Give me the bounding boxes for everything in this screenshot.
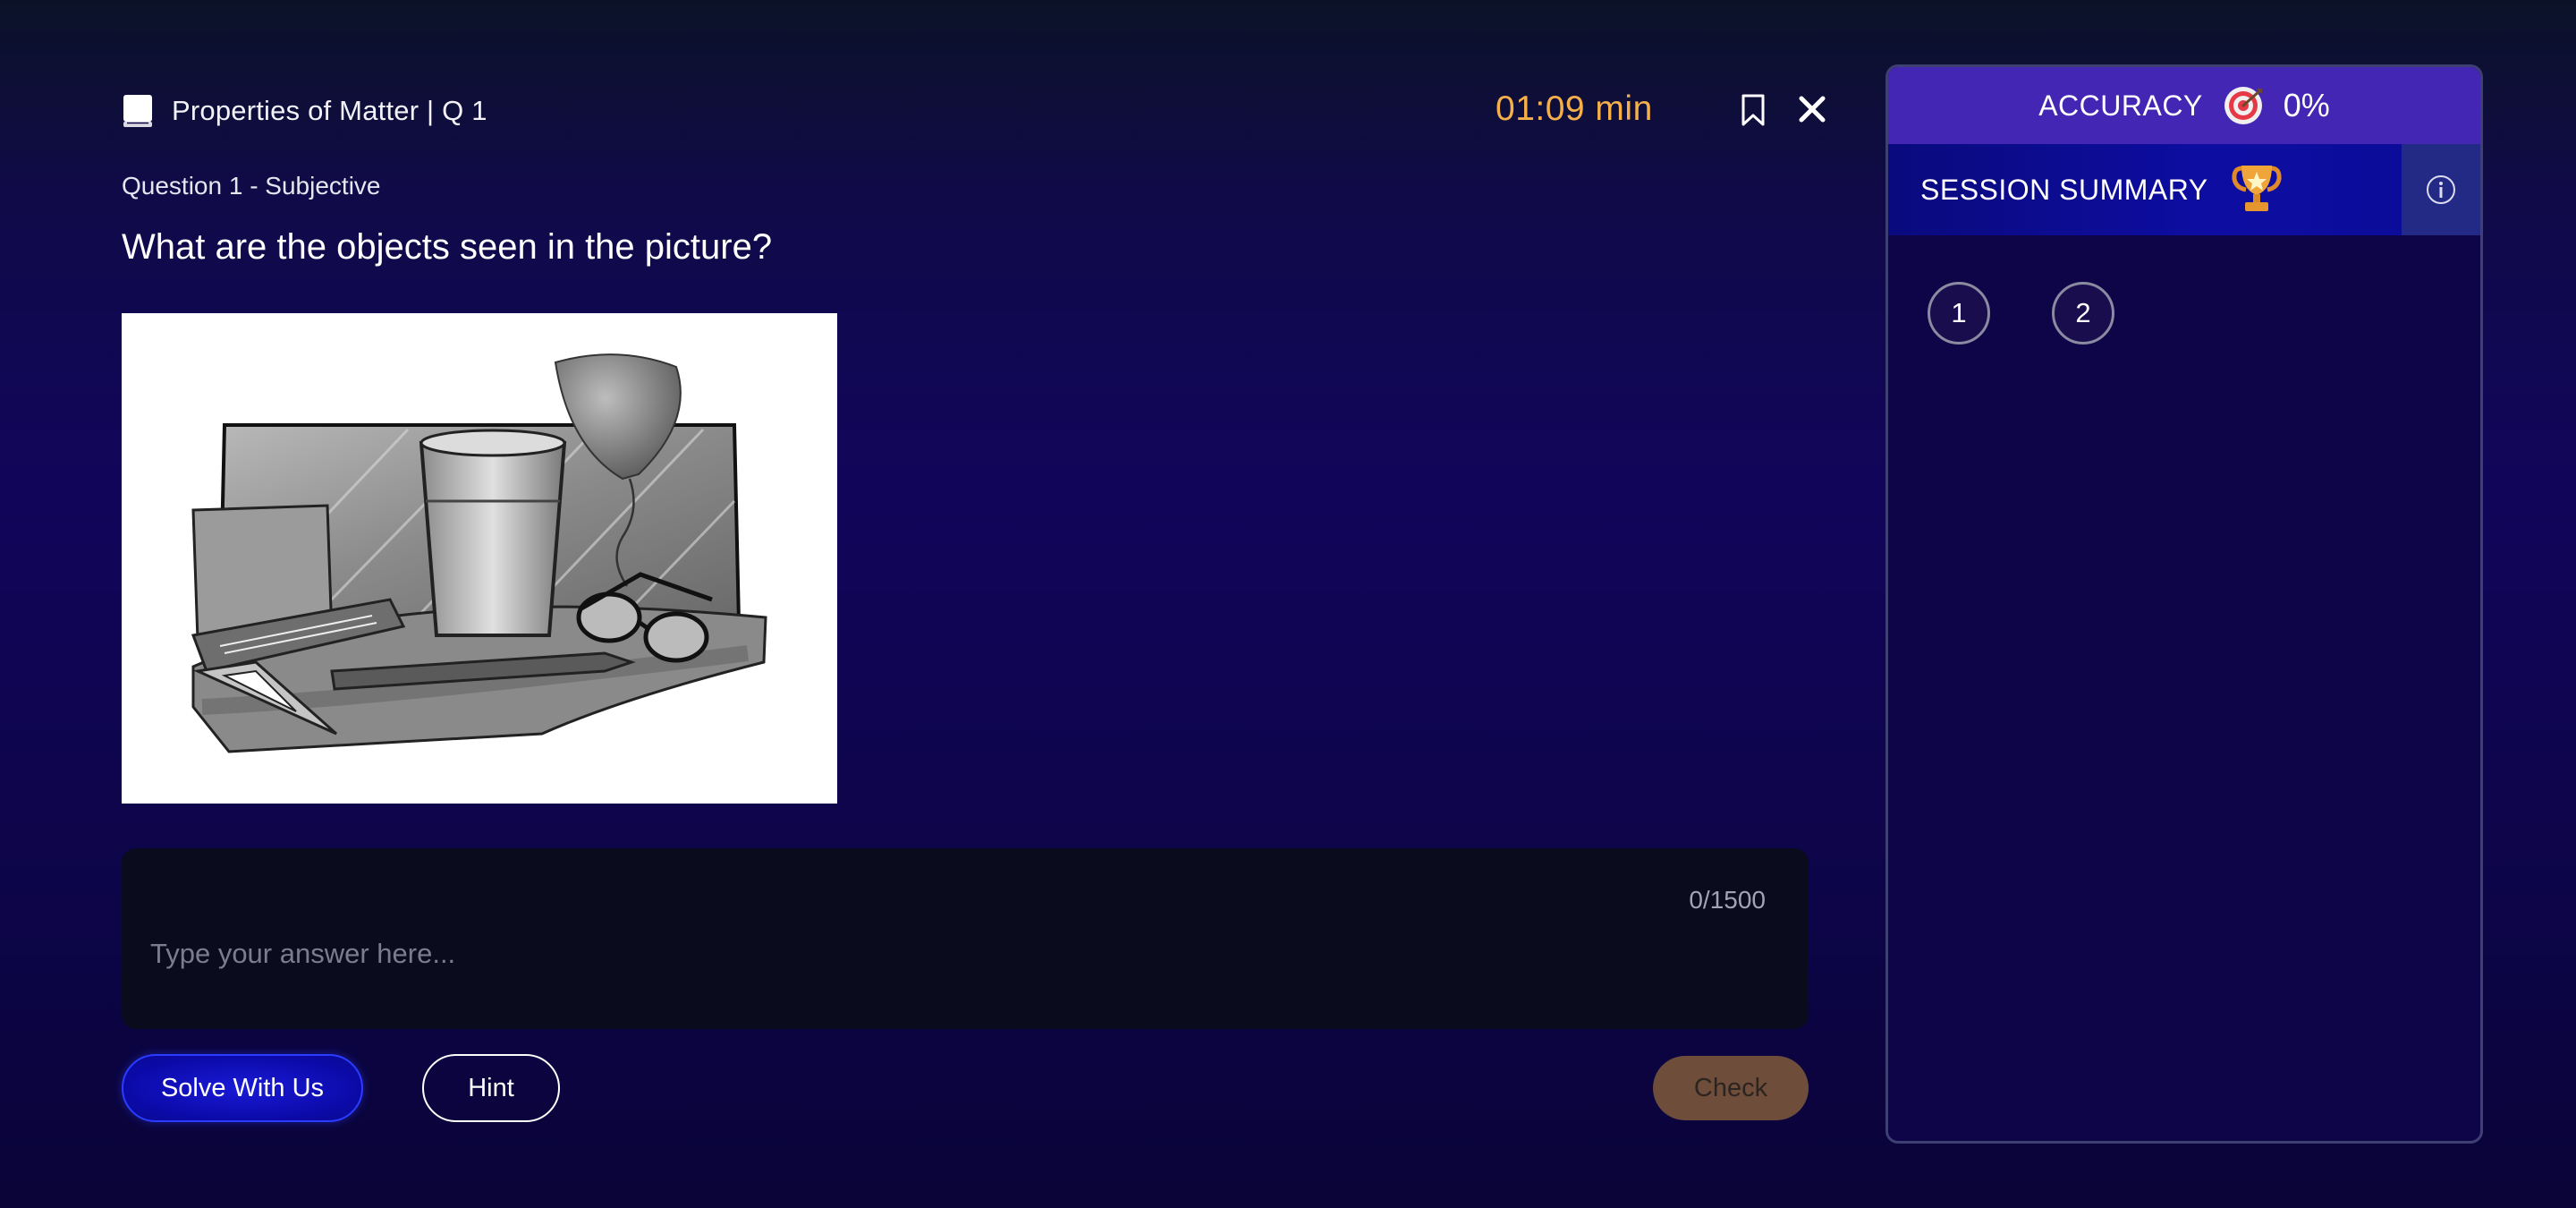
topic-title: Properties of Matter | Q 1 xyxy=(172,95,487,126)
question-number-1[interactable]: 1 xyxy=(1928,282,1990,345)
info-icon xyxy=(2427,175,2455,204)
topic-header: Properties of Matter | Q 1 xyxy=(122,93,487,129)
question-image xyxy=(122,313,837,804)
char-count: 0/1500 xyxy=(1689,886,1766,914)
solve-with-us-button[interactable]: Solve With Us xyxy=(122,1054,363,1122)
session-summary-label: SESSION SUMMARY xyxy=(1920,173,2208,206)
accuracy-value: 0% xyxy=(2283,87,2330,123)
info-button[interactable] xyxy=(2402,144,2480,235)
bookmark-icon[interactable] xyxy=(1739,93,1767,127)
question-subtitle: Question 1 - Subjective xyxy=(122,172,381,200)
question-number-2[interactable]: 2 xyxy=(2052,282,2114,345)
close-icon[interactable] xyxy=(1796,93,1828,125)
session-panel: ACCURACY 0% SESSION SUMMARY 1 2 xyxy=(1885,64,2483,1144)
trophy-icon xyxy=(2232,166,2282,211)
accuracy-label: ACCURACY xyxy=(2038,89,2203,122)
question-illustration xyxy=(191,353,767,753)
book-icon xyxy=(123,95,152,127)
answer-input[interactable] xyxy=(150,929,1742,979)
session-summary-bar: SESSION SUMMARY xyxy=(1888,144,2480,235)
check-button[interactable]: Check xyxy=(1653,1056,1809,1120)
target-icon xyxy=(2224,87,2262,124)
timer: 01:09 min xyxy=(1496,89,1653,128)
question-number-list: 1 2 xyxy=(1888,235,2480,345)
question-text: What are the objects seen in the picture… xyxy=(122,227,773,267)
accuracy-bar: ACCURACY 0% xyxy=(1888,67,2480,144)
hint-button[interactable]: Hint xyxy=(422,1054,560,1122)
answer-box: 0/1500 xyxy=(122,848,1809,1029)
